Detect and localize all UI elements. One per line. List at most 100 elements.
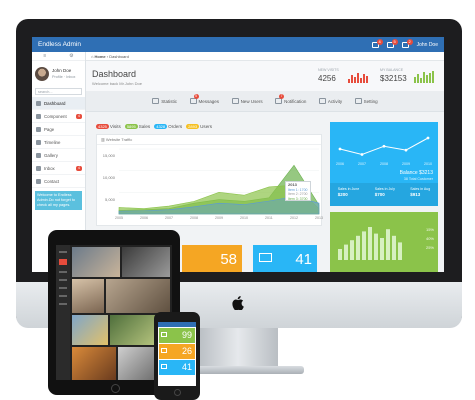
sidebar-item-timeline[interactable]: Timeline — [32, 136, 85, 149]
summary-tab-sales[interactable]: 5895 Sales — [124, 124, 150, 129]
tooltip-year: 2013 — [288, 182, 297, 187]
phone-tile-green[interactable]: 99 — [159, 328, 195, 343]
summary-count: 4325 — [96, 124, 109, 129]
tasks-icon[interactable]: 2 — [401, 38, 413, 48]
setting-icon — [354, 98, 362, 104]
envelope-icon — [161, 364, 167, 369]
sidebar-item-inbox[interactable]: Inbox 4 — [32, 162, 85, 175]
chart-tooltip: 2013 Item 1: 1700 Item 2: 2700 Item 3: 3… — [285, 181, 311, 201]
summary-tab-orders[interactable]: 4328 Orders — [154, 124, 182, 129]
shortcut-label: Notification — [284, 98, 307, 104]
x-tick-label: 2008 — [190, 216, 198, 220]
gallery-photo[interactable] — [72, 347, 116, 380]
sparkline-bar — [417, 74, 419, 83]
sales-footer-item: Sales in July $700 — [375, 187, 395, 206]
profile-text: John Doe Profile · Inbox — [52, 68, 75, 80]
balance-point — [404, 148, 408, 152]
shortcut-notification[interactable]: 7 Notification — [275, 94, 307, 104]
mail-icon[interactable]: 5 — [386, 38, 398, 48]
sidebar-item-dashboard[interactable]: Dashboard — [32, 97, 85, 110]
sales-value: $913 — [410, 192, 421, 197]
visits-sparkline — [348, 71, 368, 83]
phone-tile-value: 26 — [181, 346, 192, 356]
menu-icon[interactable]: ≡ — [43, 53, 46, 59]
phone-tile-orange[interactable]: 26 — [159, 344, 195, 359]
stat-tile-blue[interactable]: 41 — [253, 245, 317, 272]
sidebar-toolbar: ≡ ⚙ — [32, 52, 85, 61]
timeline-icon — [36, 139, 41, 145]
breadcrumb-home[interactable]: Home — [95, 54, 106, 59]
settings-icon[interactable]: ⚙ — [69, 53, 73, 59]
shortcut-badge: 5 — [193, 94, 199, 99]
stat-tile-value: 41 — [295, 251, 312, 268]
contact-icon — [36, 178, 41, 184]
x-tick-label: 2005 — [115, 216, 123, 220]
page-header: Dashboard Welcome back Mr.John Doe NEW V… — [86, 61, 444, 91]
bar — [398, 242, 402, 260]
sales-footer-item: Sales in Aug $913 — [410, 187, 430, 206]
tablet-sidebar — [56, 245, 70, 380]
shortcut-messages[interactable]: 5 Messages — [189, 94, 219, 104]
sales-label: Sales in June — [337, 187, 360, 191]
phone-screen: 99 26 41 — [158, 322, 196, 386]
sparkline-bar — [432, 71, 434, 83]
stat-tile-orange[interactable]: 58 — [182, 245, 242, 272]
user-icon — [161, 332, 167, 337]
balance-summary: Balance $3213 38 Total Customer — [400, 170, 433, 182]
gallery-photo[interactable] — [72, 315, 108, 345]
balance-point — [426, 136, 430, 140]
brand-logo[interactable]: Endless Admin — [38, 41, 81, 48]
sidebar-item-gallery[interactable]: Gallery — [32, 149, 85, 162]
profile-links[interactable]: Profile · Inbox — [52, 74, 75, 80]
gallery-photo[interactable] — [122, 247, 170, 277]
shortcut-statistic[interactable]: Statistic — [152, 98, 177, 104]
summary-tab-users[interactable]: 2893 Users — [186, 124, 212, 129]
bar — [386, 229, 390, 260]
phone-home-button — [174, 389, 181, 396]
profile-name: John Doe — [52, 67, 72, 73]
shortcut-setting[interactable]: Setting — [354, 98, 378, 104]
x-tick-label: 2009 — [215, 216, 223, 220]
balance-widget: 2006 2007 2008 2009 2010 Balance $3213 38 To… — [330, 122, 438, 206]
sparkline-bar — [429, 73, 431, 83]
x-tick-label: 2013 — [315, 216, 323, 220]
sidebar-item-contact[interactable]: Contact — [32, 175, 85, 188]
shortcut-label: Setting — [363, 98, 378, 104]
user-menu[interactable]: John Doe — [417, 42, 438, 48]
mail-badge: 5 — [391, 38, 398, 45]
sidebar-welcome-note: Welcome to Endless Admin.Do not forget t… — [35, 191, 82, 210]
sidebar-search-input[interactable]: search... — [35, 88, 82, 95]
sales-label: Sales in July — [374, 187, 395, 191]
shortcut-new-users[interactable]: New Users — [231, 98, 263, 104]
shortcut-activity[interactable]: Activity — [318, 98, 342, 104]
notification-icon[interactable]: 4 — [371, 38, 383, 48]
balance-sparkline — [414, 71, 434, 83]
tooltip-item1: Item 1: 1700 — [288, 187, 308, 192]
sidebar-item-page[interactable]: Page — [32, 123, 85, 136]
bar — [350, 240, 354, 260]
gallery-photo[interactable] — [72, 247, 120, 277]
x-tick-label: 2011 — [265, 216, 273, 220]
summary-label: Visits — [109, 124, 121, 129]
summary-count: 5895 — [124, 124, 138, 129]
gallery-photo[interactable] — [106, 279, 170, 313]
phone-tile-blue[interactable]: 41 — [159, 360, 195, 375]
breadcrumb-current: Dashboard — [109, 54, 129, 59]
balance-line-chart — [338, 136, 430, 156]
summary-tab-visits[interactable]: 4325 Visits — [96, 124, 121, 129]
gallery-photo[interactable] — [72, 279, 104, 313]
summary-count: 2893 — [186, 124, 200, 129]
sidebar-item-badge: 4 — [76, 113, 82, 119]
sidebar-item-label: Dashboard — [44, 100, 66, 106]
balance-x-tick: 2009 — [402, 162, 410, 166]
summary-label: Orders — [168, 124, 183, 129]
sales-footer-item: Sales in June $200 — [338, 187, 360, 206]
page-title: Dashboard — [92, 69, 137, 79]
bar-widget: 15% 40% 25% — [330, 212, 438, 272]
balance-point — [338, 147, 342, 151]
sidebar-item-component[interactable]: Component 4 — [32, 110, 85, 123]
sidebar-item-label: Page — [44, 126, 55, 132]
cart-icon — [161, 348, 167, 353]
apple-logo-icon — [232, 296, 244, 310]
user-profile[interactable]: John Doe Profile · Inbox — [32, 61, 85, 86]
